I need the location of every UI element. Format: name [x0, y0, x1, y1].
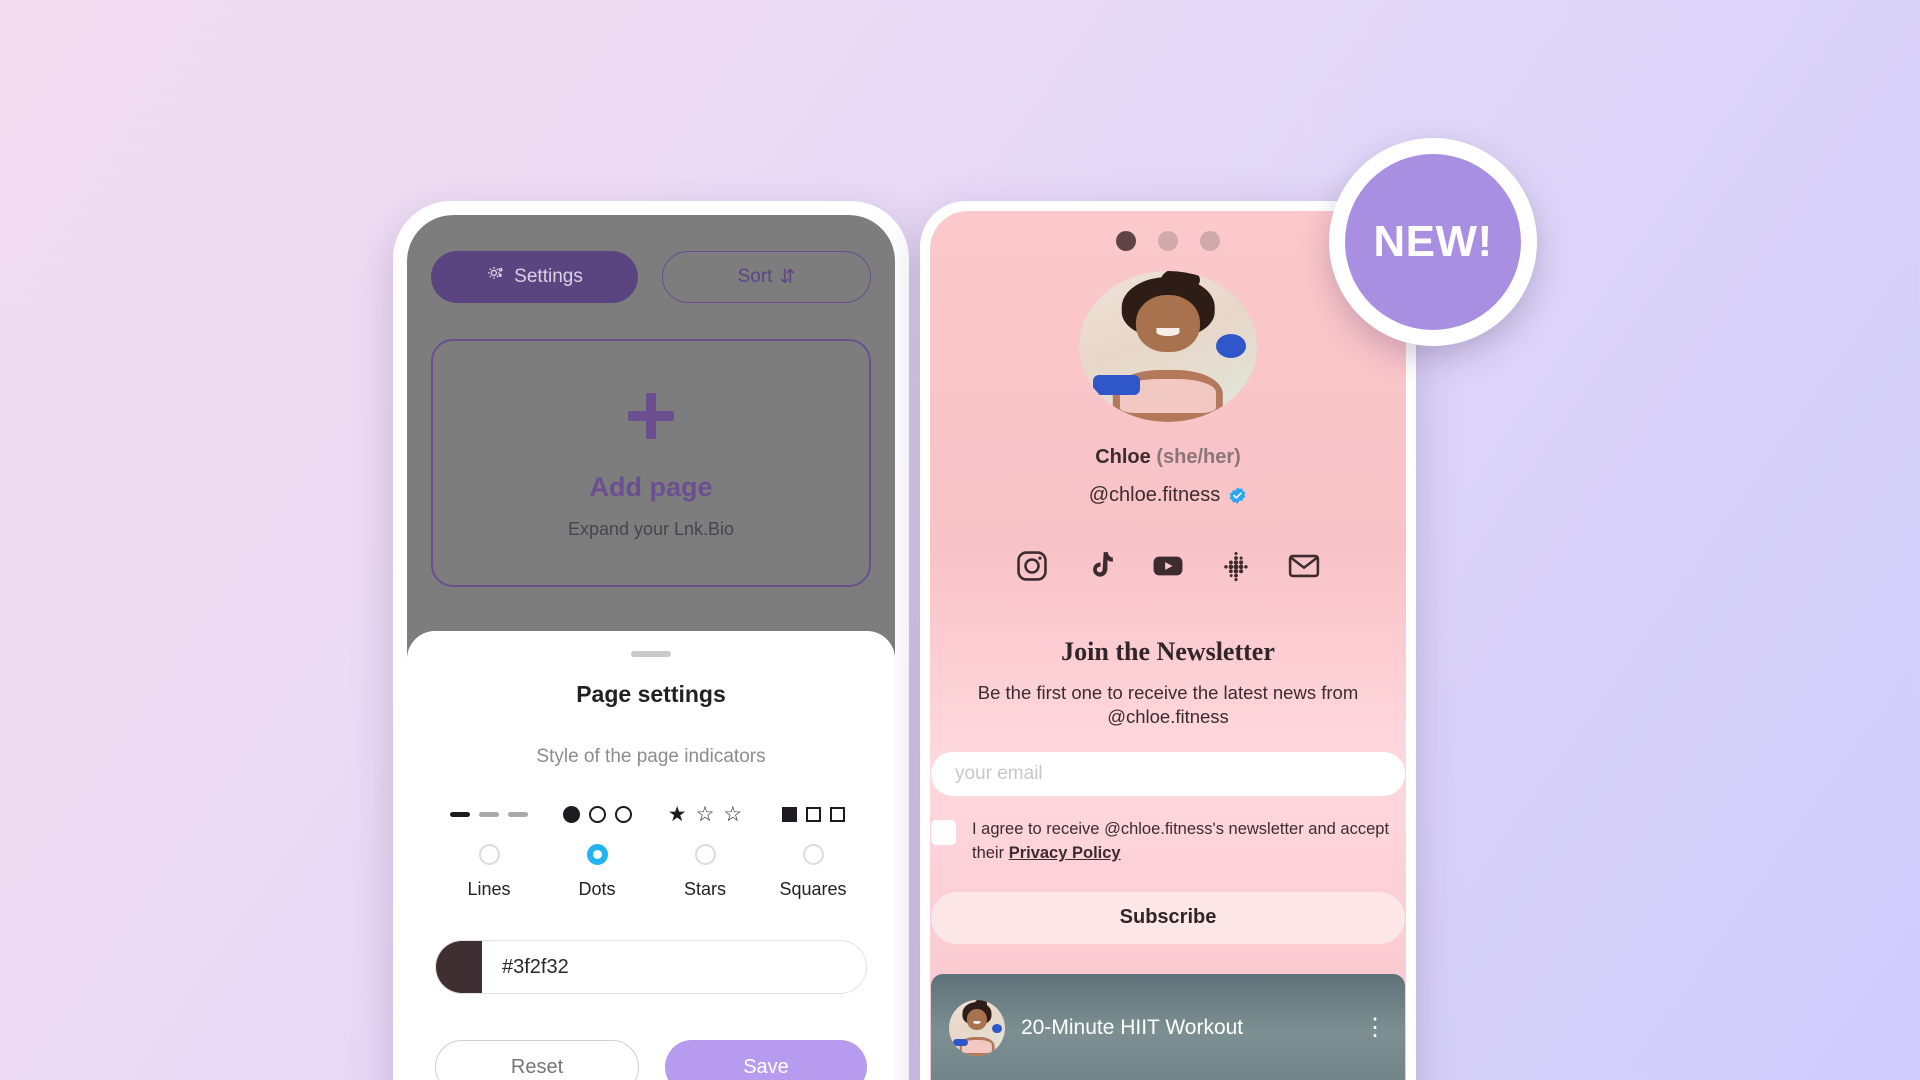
newsletter-title: Join the Newsletter [1061, 636, 1275, 666]
sheet-drag-handle[interactable] [631, 651, 671, 657]
style-option-squares[interactable]: Squares [759, 802, 867, 900]
new-feature-badge: NEW! [1329, 138, 1537, 346]
settings-button[interactable]: Settings [431, 251, 638, 303]
video-card[interactable]: 20-Minute HIIT Workout ⋮ [931, 974, 1405, 1080]
subscribe-button[interactable]: Subscribe [931, 891, 1405, 945]
page-dot-1[interactable] [1116, 231, 1136, 251]
style-option-stars[interactable]: ★ ☆ ☆ Stars [651, 802, 759, 900]
sheet-actions: Reset Save [435, 1040, 867, 1080]
style-label-stars: Stars [683, 879, 726, 899]
email-icon[interactable] [1287, 549, 1321, 583]
page-dot-2[interactable] [1158, 231, 1178, 251]
page-indicator-dots [1116, 231, 1220, 251]
youtube-icon[interactable] [1151, 549, 1185, 583]
color-picker-row [435, 940, 867, 994]
pages-toolbar: Settings Sort ⇵ [431, 251, 871, 303]
style-label-squares: Squares [779, 879, 847, 899]
page-settings-sheet: Page settings Style of the page indicato… [407, 631, 895, 1080]
profile-handle-row: @chloe.fitness [1089, 484, 1247, 507]
sort-button[interactable]: Sort ⇵ [662, 251, 871, 303]
profile-avatar [1079, 271, 1257, 422]
gear-icon [486, 265, 505, 290]
style-radio-squares[interactable] [802, 844, 824, 865]
fitbit-icon[interactable] [1219, 549, 1253, 583]
style-radio-lines[interactable] [478, 844, 500, 865]
pages-manager-content: Settings Sort ⇵ Add page Expand your Lnk… [407, 215, 895, 587]
settings-button-label: Settings [514, 266, 583, 287]
sort-arrows-icon: ⇵ [779, 266, 796, 288]
stars-glyph-preview: ★ ☆ ☆ [667, 802, 743, 826]
video-title: 20-Minute HIIT Workout [1021, 1016, 1244, 1040]
instagram-icon[interactable] [1015, 549, 1049, 583]
add-page-card[interactable]: Add page Expand your Lnk.Bio [431, 339, 871, 587]
social-links-row [1015, 549, 1321, 583]
color-hex-input[interactable] [482, 941, 866, 993]
add-page-title: Add page [589, 471, 713, 502]
profile-name-row: Chloe (she/her) [1095, 446, 1241, 469]
color-swatch[interactable] [436, 941, 482, 993]
bio-page-screen: Chloe (she/her) @chloe.fitness Join the … [930, 211, 1406, 1080]
right-phone-mockup: Chloe (she/her) @chloe.fitness Join the … [920, 201, 1416, 1080]
indicator-style-options: Lines Dots ★ ☆ ☆ Stars Squares [435, 802, 867, 900]
page-dot-3[interactable] [1200, 231, 1220, 251]
page-settings-subtitle: Style of the page indicators [536, 746, 766, 767]
style-label-dots: Dots [578, 879, 616, 899]
new-badge-label: NEW! [1373, 217, 1493, 266]
save-button[interactable]: Save [665, 1040, 867, 1080]
style-option-dots[interactable]: Dots [543, 802, 651, 900]
profile-name: Chloe [1095, 445, 1151, 468]
video-more-options-icon[interactable]: ⋮ [1363, 1016, 1387, 1040]
newsletter-subtitle: Be the first one to receive the latest n… [977, 681, 1359, 728]
style-label-lines: Lines [467, 879, 511, 899]
page-settings-title: Page settings [576, 681, 726, 707]
left-phone-mockup: Settings Sort ⇵ Add page Expand your Lnk… [393, 201, 909, 1080]
tiktok-icon[interactable] [1083, 549, 1117, 583]
left-phone-screen: Settings Sort ⇵ Add page Expand your Lnk… [407, 215, 895, 1080]
style-radio-dots[interactable] [586, 844, 608, 865]
consent-row: I agree to receive @chloe.fitness's news… [931, 818, 1405, 866]
style-radio-stars[interactable] [694, 844, 716, 865]
dots-glyph-preview [562, 802, 632, 826]
profile-pronouns: (she/her) [1156, 445, 1241, 468]
squares-glyph-preview [781, 802, 845, 826]
new-badge-circle: NEW! [1345, 154, 1521, 330]
email-input[interactable] [931, 751, 1405, 796]
add-page-subtitle: Expand your Lnk.Bio [567, 518, 735, 539]
consent-checkbox[interactable] [931, 819, 956, 845]
style-option-lines[interactable]: Lines [435, 802, 543, 900]
video-thumbnail-avatar [949, 1000, 1005, 1057]
verified-badge-icon [1228, 486, 1247, 505]
lines-glyph-preview [450, 802, 528, 826]
consent-text: I agree to receive @chloe.fitness's news… [972, 818, 1405, 866]
video-card-row: 20-Minute HIIT Workout ⋮ [931, 1000, 1405, 1057]
sort-button-label: Sort [737, 266, 773, 287]
plus-icon [622, 387, 680, 450]
reset-button[interactable]: Reset [435, 1040, 639, 1080]
privacy-policy-link[interactable]: Privacy Policy [1009, 844, 1121, 862]
profile-handle: @chloe.fitness [1088, 483, 1221, 506]
